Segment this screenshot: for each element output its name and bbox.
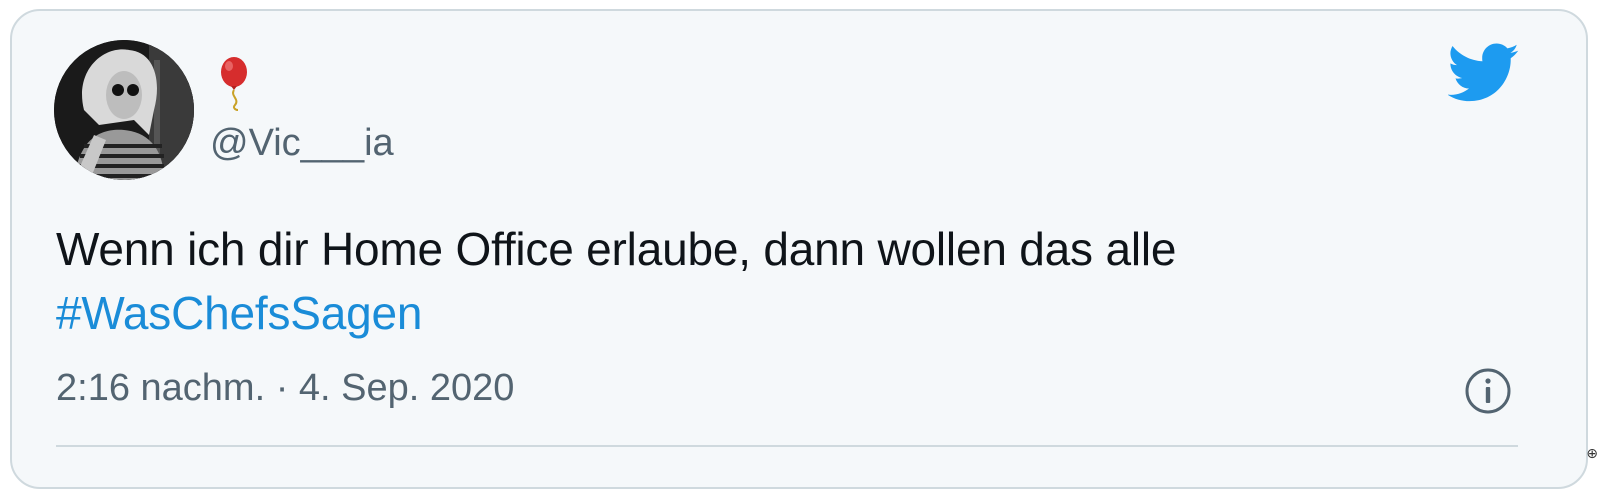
display-name[interactable] bbox=[218, 55, 252, 111]
tweet-text-line: Wenn ich dir Home Office erlaube, dann w… bbox=[56, 217, 1496, 281]
divider bbox=[56, 445, 1518, 447]
hashtag-link[interactable]: #WasChefsSagen bbox=[56, 281, 422, 345]
avatar[interactable] bbox=[54, 40, 194, 180]
tweet-card[interactable]: @Vic___ia Wenn ich dir Home Office erlau… bbox=[10, 9, 1588, 489]
twitter-bird-icon[interactable] bbox=[1448, 43, 1520, 105]
corner-mark: ⊕ bbox=[1586, 445, 1598, 462]
user-handle[interactable]: @Vic___ia bbox=[210, 121, 394, 165]
info-icon[interactable] bbox=[1464, 367, 1512, 415]
balloon-icon bbox=[218, 55, 252, 111]
tweet-text: Wenn ich dir Home Office erlaube, dann w… bbox=[56, 217, 1496, 345]
tweet-timestamp[interactable]: 2:16 nachm. · 4. Sep. 2020 bbox=[56, 363, 514, 413]
